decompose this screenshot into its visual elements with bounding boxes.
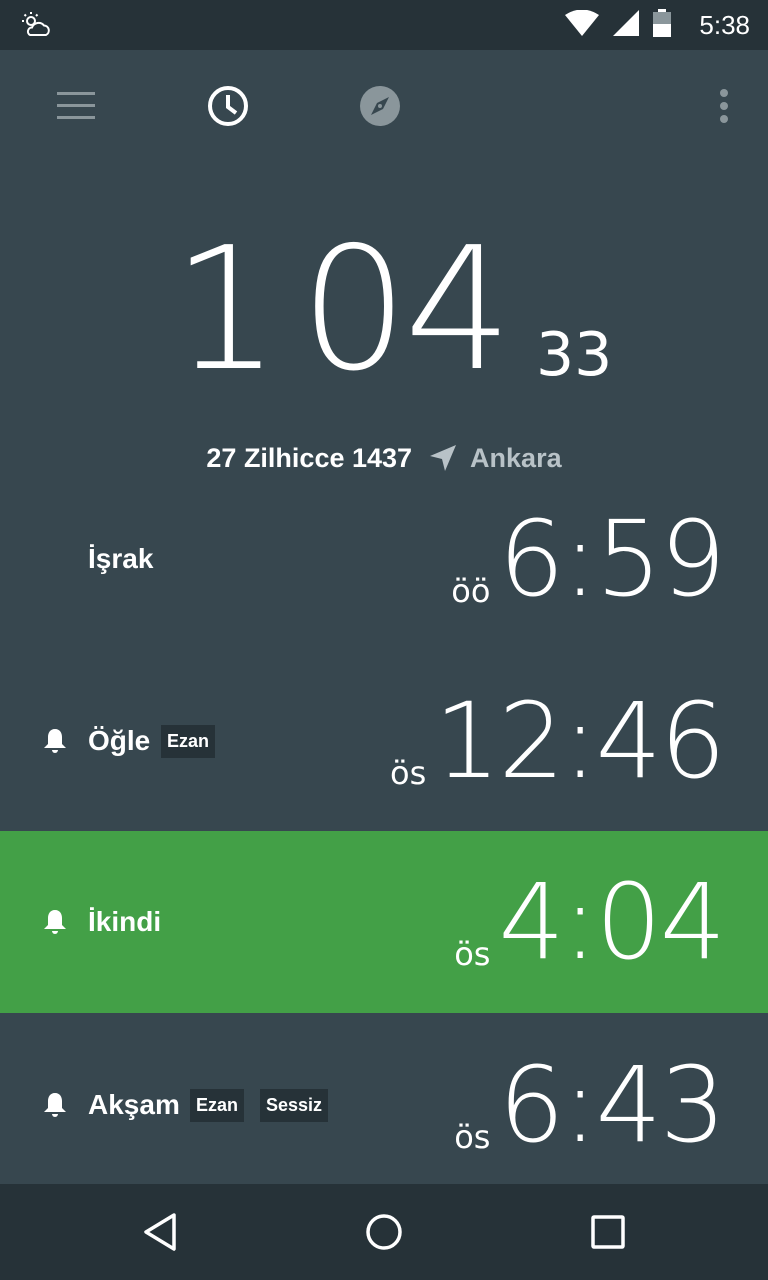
prayer-clock: 12:46 xyxy=(434,680,726,802)
battery-icon xyxy=(653,8,672,42)
countdown: 1 04 33 xyxy=(0,220,768,400)
prayer-badges: Ezan Sessiz xyxy=(190,1014,329,1196)
weather-icon xyxy=(20,11,52,44)
prayer-time: ös 4:04 xyxy=(454,831,726,1013)
prayer-row-ikindi[interactable]: İkindi ös 4:04 xyxy=(0,831,768,1013)
status-time: 5:38 xyxy=(699,9,750,40)
badge-sessiz: Sessiz xyxy=(260,1088,329,1122)
countdown-minutes: 04 xyxy=(300,211,512,409)
prayer-ampm: ös xyxy=(454,935,491,973)
wifi-icon xyxy=(565,9,600,41)
countdown-seconds: 33 xyxy=(536,320,613,390)
countdown-hours: 1 xyxy=(172,211,280,409)
prayer-time: ös 6:43 xyxy=(454,1014,726,1196)
status-bar: 5:38 xyxy=(0,0,768,50)
bell-icon[interactable] xyxy=(44,650,66,832)
clock-icon[interactable] xyxy=(188,50,268,162)
bell-icon[interactable] xyxy=(44,1014,66,1196)
back-icon[interactable] xyxy=(110,1184,210,1280)
prayer-time: ös 12:46 xyxy=(390,650,726,832)
prayer-clock: 4:04 xyxy=(498,861,726,983)
menu-icon[interactable] xyxy=(36,50,116,162)
bell-icon[interactable] xyxy=(44,831,66,1013)
toolbar xyxy=(0,50,768,162)
prayer-time: öö 6:59 xyxy=(451,468,726,650)
compass-icon[interactable] xyxy=(340,50,420,162)
prayer-clock: 6:43 xyxy=(498,1044,726,1166)
prayer-row-aksam[interactable]: Akşam Ezan Sessiz ös 6:43 xyxy=(0,1014,768,1196)
prayer-clock: 6:59 xyxy=(498,498,726,620)
prayer-name: Akşam xyxy=(88,1089,180,1120)
prayer-ampm: ös xyxy=(454,1118,491,1156)
prayer-name: İşrak xyxy=(88,543,154,574)
prayer-badges: Ezan xyxy=(161,650,216,832)
badge-ezan: Ezan xyxy=(161,724,216,758)
prayer-ampm: ös xyxy=(390,754,427,792)
prayer-name: İkindi xyxy=(88,906,162,937)
navigation-bar xyxy=(0,1184,768,1280)
more-vert-icon[interactable] xyxy=(684,50,764,162)
signal-icon xyxy=(613,9,640,41)
prayer-ampm: öö xyxy=(451,572,491,610)
prayer-name: Öğle xyxy=(88,725,151,756)
recents-icon[interactable] xyxy=(558,1184,658,1280)
prayer-row-israk[interactable]: İşrak öö 6:59 xyxy=(0,468,768,650)
badge-ezan: Ezan xyxy=(190,1088,245,1122)
prayer-row-ogle[interactable]: Öğle Ezan ös 12:46 xyxy=(0,650,768,832)
home-icon[interactable] xyxy=(334,1184,434,1280)
